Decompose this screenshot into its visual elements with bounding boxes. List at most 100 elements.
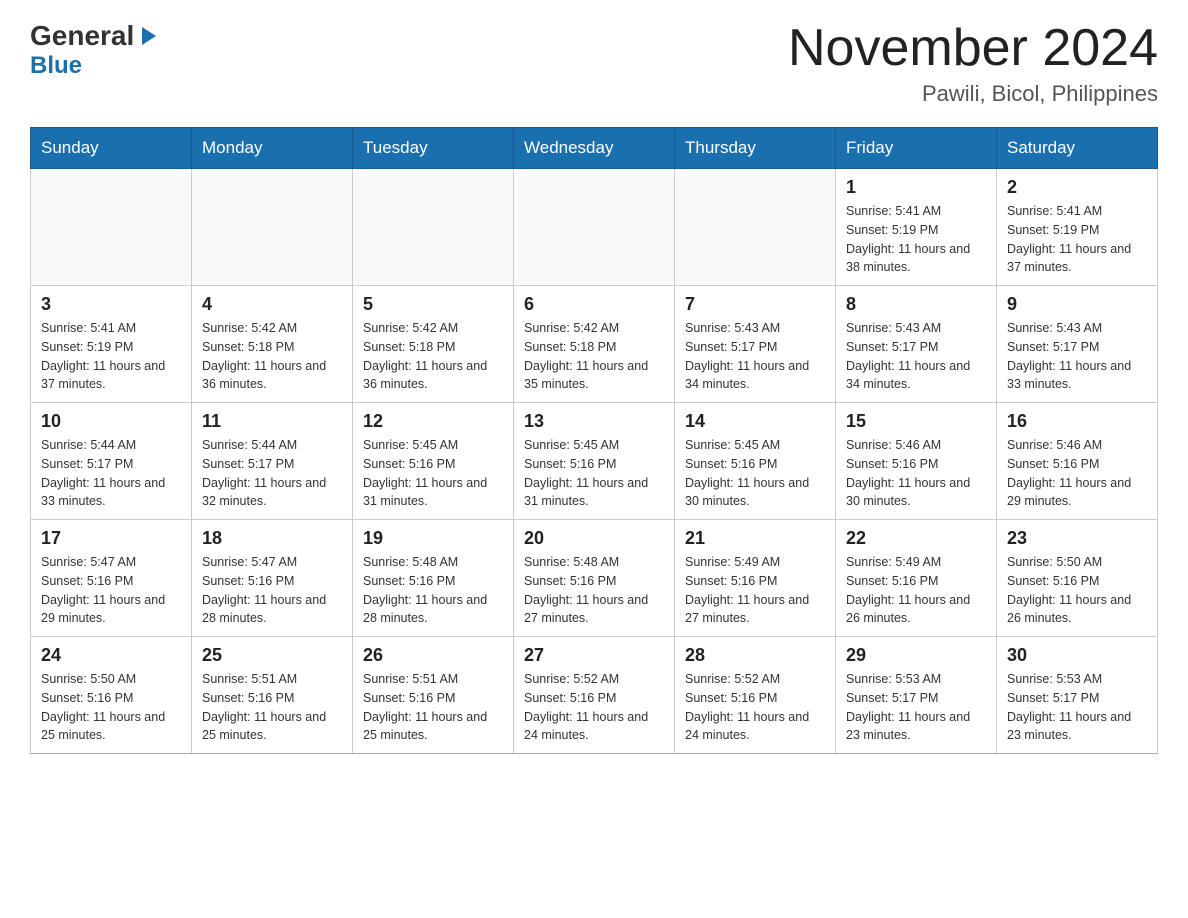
table-row: 6 Sunrise: 5:42 AM Sunset: 5:18 PM Daylig… bbox=[514, 286, 675, 403]
day-info: Sunrise: 5:51 AM Sunset: 5:16 PM Dayligh… bbox=[363, 670, 503, 745]
day-number: 17 bbox=[41, 528, 181, 549]
day-info: Sunrise: 5:49 AM Sunset: 5:16 PM Dayligh… bbox=[846, 553, 986, 628]
day-number: 30 bbox=[1007, 645, 1147, 666]
day-number: 6 bbox=[524, 294, 664, 315]
day-number: 18 bbox=[202, 528, 342, 549]
table-row: 23Sunrise: 5:50 AM Sunset: 5:16 PM Dayli… bbox=[997, 520, 1158, 637]
calendar-week-row: 10 Sunrise: 5:44 AM Sunset: 5:17 PM Dayli… bbox=[31, 403, 1158, 520]
table-row: 21 Sunrise: 5:49 AM Sunset: 5:16 PM Dayli… bbox=[675, 520, 836, 637]
day-number: 4 bbox=[202, 294, 342, 315]
table-row: 15 Sunrise: 5:46 AM Sunset: 5:16 PM Dayli… bbox=[836, 403, 997, 520]
day-info: Sunrise: 5:41 AM Sunset: 5:19 PM Dayligh… bbox=[846, 202, 986, 277]
day-info: Sunrise: 5:48 AM Sunset: 5:16 PM Dayligh… bbox=[363, 553, 503, 628]
table-row: 18 Sunrise: 5:47 AM Sunset: 5:16 PM Dayli… bbox=[192, 520, 353, 637]
day-number: 25 bbox=[202, 645, 342, 666]
day-number: 9 bbox=[1007, 294, 1147, 315]
table-row: 29Sunrise: 5:53 AM Sunset: 5:17 PM Dayli… bbox=[836, 637, 997, 754]
day-info: Sunrise: 5:44 AM Sunset: 5:17 PM Dayligh… bbox=[41, 436, 181, 511]
day-number: 16 bbox=[1007, 411, 1147, 432]
table-row bbox=[353, 169, 514, 286]
day-info: Sunrise: 5:50 AM Sunset: 5:16 PM Dayligh… bbox=[1007, 553, 1147, 628]
day-number: 1 bbox=[846, 177, 986, 198]
location-text: Pawili, Bicol, Philippines bbox=[788, 81, 1158, 107]
table-row: 4 Sunrise: 5:42 AM Sunset: 5:18 PM Daylig… bbox=[192, 286, 353, 403]
logo-general-text: General bbox=[30, 20, 134, 52]
table-row bbox=[675, 169, 836, 286]
day-info: Sunrise: 5:45 AM Sunset: 5:16 PM Dayligh… bbox=[685, 436, 825, 511]
table-row: 22Sunrise: 5:49 AM Sunset: 5:16 PM Dayli… bbox=[836, 520, 997, 637]
day-info: Sunrise: 5:52 AM Sunset: 5:16 PM Dayligh… bbox=[685, 670, 825, 745]
table-row: 10 Sunrise: 5:44 AM Sunset: 5:17 PM Dayli… bbox=[31, 403, 192, 520]
title-area: November 2024 Pawili, Bicol, Philippines bbox=[788, 20, 1158, 107]
day-info: Sunrise: 5:46 AM Sunset: 5:16 PM Dayligh… bbox=[846, 436, 986, 511]
table-row: 27 Sunrise: 5:52 AM Sunset: 5:16 PM Dayli… bbox=[514, 637, 675, 754]
table-row: 8 Sunrise: 5:43 AM Sunset: 5:17 PM Daylig… bbox=[836, 286, 997, 403]
table-row: 26 Sunrise: 5:51 AM Sunset: 5:16 PM Dayli… bbox=[353, 637, 514, 754]
day-info: Sunrise: 5:45 AM Sunset: 5:16 PM Dayligh… bbox=[524, 436, 664, 511]
day-info: Sunrise: 5:42 AM Sunset: 5:18 PM Dayligh… bbox=[363, 319, 503, 394]
table-row: 1 Sunrise: 5:41 AM Sunset: 5:19 PM Daylig… bbox=[836, 169, 997, 286]
table-row: 7Sunrise: 5:43 AM Sunset: 5:17 PM Daylig… bbox=[675, 286, 836, 403]
header-saturday: Saturday bbox=[997, 128, 1158, 169]
table-row: 20 Sunrise: 5:48 AM Sunset: 5:16 PM Dayli… bbox=[514, 520, 675, 637]
day-info: Sunrise: 5:51 AM Sunset: 5:16 PM Dayligh… bbox=[202, 670, 342, 745]
day-number: 7 bbox=[685, 294, 825, 315]
logo-arrow-icon bbox=[136, 25, 158, 47]
day-info: Sunrise: 5:52 AM Sunset: 5:16 PM Dayligh… bbox=[524, 670, 664, 745]
day-info: Sunrise: 5:49 AM Sunset: 5:16 PM Dayligh… bbox=[685, 553, 825, 628]
calendar-header-row: Sunday Monday Tuesday Wednesday Thursday… bbox=[31, 128, 1158, 169]
table-row: 14 Sunrise: 5:45 AM Sunset: 5:16 PM Dayli… bbox=[675, 403, 836, 520]
table-row bbox=[514, 169, 675, 286]
day-number: 20 bbox=[524, 528, 664, 549]
table-row bbox=[192, 169, 353, 286]
table-row bbox=[31, 169, 192, 286]
day-info: Sunrise: 5:43 AM Sunset: 5:17 PM Dayligh… bbox=[846, 319, 986, 394]
day-info: Sunrise: 5:41 AM Sunset: 5:19 PM Dayligh… bbox=[41, 319, 181, 394]
day-number: 3 bbox=[41, 294, 181, 315]
day-info: Sunrise: 5:50 AM Sunset: 5:16 PM Dayligh… bbox=[41, 670, 181, 745]
day-info: Sunrise: 5:45 AM Sunset: 5:16 PM Dayligh… bbox=[363, 436, 503, 511]
table-row: 16 Sunrise: 5:46 AM Sunset: 5:16 PM Dayli… bbox=[997, 403, 1158, 520]
header-tuesday: Tuesday bbox=[353, 128, 514, 169]
day-info: Sunrise: 5:42 AM Sunset: 5:18 PM Dayligh… bbox=[202, 319, 342, 394]
day-info: Sunrise: 5:47 AM Sunset: 5:16 PM Dayligh… bbox=[41, 553, 181, 628]
calendar-week-row: 24Sunrise: 5:50 AM Sunset: 5:16 PM Dayli… bbox=[31, 637, 1158, 754]
day-number: 10 bbox=[41, 411, 181, 432]
day-number: 19 bbox=[363, 528, 503, 549]
day-number: 13 bbox=[524, 411, 664, 432]
page-header: General Blue November 2024 Pawili, Bicol… bbox=[30, 20, 1158, 107]
day-info: Sunrise: 5:53 AM Sunset: 5:17 PM Dayligh… bbox=[846, 670, 986, 745]
table-row: 3 Sunrise: 5:41 AM Sunset: 5:19 PM Daylig… bbox=[31, 286, 192, 403]
day-number: 14 bbox=[685, 411, 825, 432]
day-number: 8 bbox=[846, 294, 986, 315]
header-sunday: Sunday bbox=[31, 128, 192, 169]
table-row: 24Sunrise: 5:50 AM Sunset: 5:16 PM Dayli… bbox=[31, 637, 192, 754]
day-info: Sunrise: 5:44 AM Sunset: 5:17 PM Dayligh… bbox=[202, 436, 342, 511]
day-info: Sunrise: 5:48 AM Sunset: 5:16 PM Dayligh… bbox=[524, 553, 664, 628]
header-thursday: Thursday bbox=[675, 128, 836, 169]
day-number: 27 bbox=[524, 645, 664, 666]
day-info: Sunrise: 5:47 AM Sunset: 5:16 PM Dayligh… bbox=[202, 553, 342, 628]
day-number: 11 bbox=[202, 411, 342, 432]
day-number: 21 bbox=[685, 528, 825, 549]
calendar-week-row: 17 Sunrise: 5:47 AM Sunset: 5:16 PM Dayli… bbox=[31, 520, 1158, 637]
day-number: 12 bbox=[363, 411, 503, 432]
day-number: 15 bbox=[846, 411, 986, 432]
month-title: November 2024 bbox=[788, 20, 1158, 77]
logo: General Blue bbox=[30, 20, 158, 80]
table-row: 25 Sunrise: 5:51 AM Sunset: 5:16 PM Dayli… bbox=[192, 637, 353, 754]
day-info: Sunrise: 5:53 AM Sunset: 5:17 PM Dayligh… bbox=[1007, 670, 1147, 745]
header-monday: Monday bbox=[192, 128, 353, 169]
table-row: 11 Sunrise: 5:44 AM Sunset: 5:17 PM Dayli… bbox=[192, 403, 353, 520]
day-info: Sunrise: 5:46 AM Sunset: 5:16 PM Dayligh… bbox=[1007, 436, 1147, 511]
day-number: 26 bbox=[363, 645, 503, 666]
header-wednesday: Wednesday bbox=[514, 128, 675, 169]
day-number: 5 bbox=[363, 294, 503, 315]
calendar-table: Sunday Monday Tuesday Wednesday Thursday… bbox=[30, 127, 1158, 754]
calendar-week-row: 3 Sunrise: 5:41 AM Sunset: 5:19 PM Daylig… bbox=[31, 286, 1158, 403]
day-number: 28 bbox=[685, 645, 825, 666]
table-row: 5 Sunrise: 5:42 AM Sunset: 5:18 PM Daylig… bbox=[353, 286, 514, 403]
table-row: 17 Sunrise: 5:47 AM Sunset: 5:16 PM Dayli… bbox=[31, 520, 192, 637]
day-info: Sunrise: 5:42 AM Sunset: 5:18 PM Dayligh… bbox=[524, 319, 664, 394]
logo-blue-text: Blue bbox=[30, 52, 82, 80]
